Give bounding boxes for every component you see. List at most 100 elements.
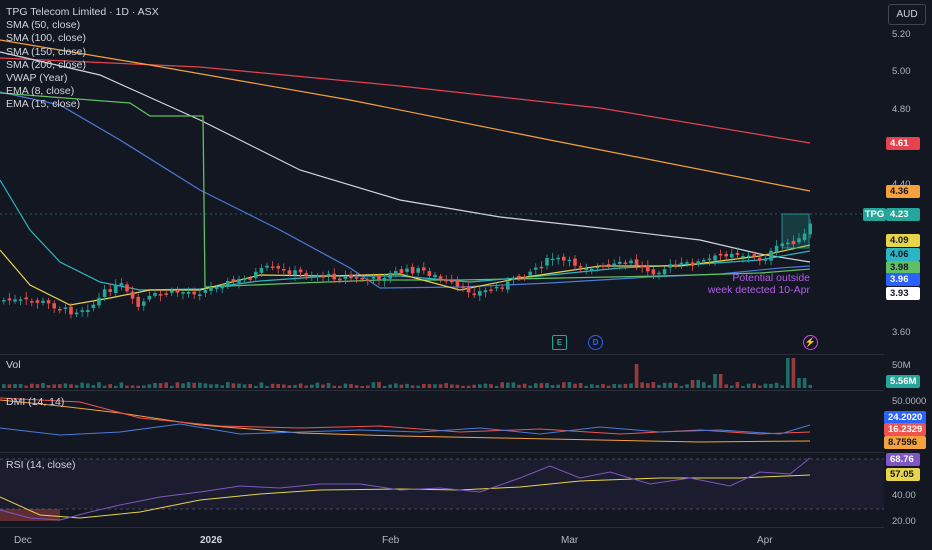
dmi-adx-line xyxy=(0,399,811,443)
sma50-line xyxy=(0,91,811,289)
volume-bar xyxy=(394,383,398,388)
candle xyxy=(338,278,342,281)
legend-sma200[interactable]: SMA (200, close) xyxy=(6,59,159,72)
volume-bar xyxy=(321,384,325,388)
dividend-event-icon[interactable]: D xyxy=(588,335,603,350)
candle xyxy=(46,300,51,304)
volume-bar xyxy=(786,358,790,388)
legend-vwap[interactable]: VWAP (Year) xyxy=(6,72,159,85)
volume-bar xyxy=(718,374,723,388)
candle xyxy=(489,289,493,292)
ema8-price-tag: 4.09 xyxy=(886,234,920,247)
candle xyxy=(522,276,527,278)
candle xyxy=(735,252,740,255)
volume-bar xyxy=(444,383,448,388)
candle xyxy=(254,271,258,278)
volume-bar xyxy=(147,384,152,388)
volume-bar xyxy=(315,382,320,388)
candle xyxy=(349,274,353,279)
candle xyxy=(707,258,712,261)
legend-sma50[interactable]: SMA (50, close) xyxy=(6,19,159,32)
candle xyxy=(545,257,549,266)
candle xyxy=(52,303,56,309)
candle xyxy=(595,266,600,269)
candle xyxy=(242,278,247,281)
volume-bar xyxy=(752,383,756,388)
volume-bar xyxy=(170,385,174,388)
volume-bar xyxy=(646,383,650,388)
candle xyxy=(494,286,499,289)
volume-bar xyxy=(13,384,17,388)
flash-event-icon[interactable]: ⚡ xyxy=(803,335,818,350)
volume-bar xyxy=(780,385,784,388)
candle xyxy=(438,276,443,279)
dmi-adx-tag: 8.7596 xyxy=(884,436,926,449)
volume-bar xyxy=(74,385,79,388)
volume-bar xyxy=(758,385,762,388)
candle xyxy=(181,292,185,294)
candle xyxy=(786,242,790,245)
candle xyxy=(405,268,409,272)
volume-bar xyxy=(388,384,392,388)
volume-bar xyxy=(153,382,157,388)
volume-bar xyxy=(769,383,773,388)
volume-bar xyxy=(489,384,493,388)
volume-bar xyxy=(629,383,633,388)
rsi-pane-label[interactable]: RSI (14, close) xyxy=(6,459,75,471)
candle xyxy=(466,287,471,293)
candle xyxy=(444,279,448,282)
candle xyxy=(30,301,34,303)
volume-bar xyxy=(601,384,605,388)
candle xyxy=(226,281,230,287)
candle xyxy=(578,265,583,268)
earnings-event-icon[interactable]: E xyxy=(552,335,567,350)
candle xyxy=(763,259,768,261)
candle xyxy=(640,265,644,268)
candle xyxy=(662,269,667,275)
volume-bar xyxy=(662,382,667,388)
legend-sma150[interactable]: SMA (150, close) xyxy=(6,46,159,59)
candle xyxy=(13,299,17,302)
legend-sma100[interactable]: SMA (100, close) xyxy=(6,32,159,45)
candle xyxy=(590,268,594,271)
dmi-pane-label[interactable]: DMI (14, 14) xyxy=(6,396,64,408)
volume-bar xyxy=(584,385,588,388)
volume-bar xyxy=(545,382,549,388)
volume-bar xyxy=(410,385,415,388)
volume-bar xyxy=(377,382,381,388)
volume-bar xyxy=(416,385,420,388)
rsi-band xyxy=(0,459,884,509)
candle xyxy=(153,293,157,296)
candle xyxy=(175,290,180,293)
candle xyxy=(343,276,348,279)
candle xyxy=(282,269,286,271)
price-axis-label: 5.20 xyxy=(892,29,911,40)
candle xyxy=(63,307,68,309)
candle xyxy=(808,223,812,235)
candle xyxy=(741,256,745,258)
volume-bar xyxy=(483,383,488,388)
volume-bar xyxy=(461,385,465,388)
volume-bar xyxy=(382,385,387,388)
currency-button[interactable]: AUD xyxy=(888,4,926,25)
candle xyxy=(802,233,807,241)
chart-legend: TPG Telecom Limited · 1D · ASX SMA (50, … xyxy=(6,6,159,112)
volume-pane-label[interactable]: Vol xyxy=(6,359,21,371)
legend-ema8[interactable]: EMA (8, close) xyxy=(6,85,159,98)
volume-bar xyxy=(595,385,600,388)
last-price-tag: 4.23 xyxy=(886,208,920,221)
candle xyxy=(618,261,622,264)
legend-ema15[interactable]: EMA (15, close) xyxy=(6,98,159,111)
symbol-title[interactable]: TPG Telecom Limited · 1D · ASX xyxy=(6,6,159,19)
candle xyxy=(562,256,566,261)
volume-bar xyxy=(808,384,812,388)
volume-bar xyxy=(125,385,129,388)
candle xyxy=(354,277,359,279)
volume-bar xyxy=(58,384,62,388)
dmi-minus-line xyxy=(0,397,811,435)
candle xyxy=(455,280,460,287)
volume-bar xyxy=(539,383,544,388)
dmi-plus-line xyxy=(0,423,811,436)
candle xyxy=(478,291,482,296)
volume-bar xyxy=(310,384,314,388)
